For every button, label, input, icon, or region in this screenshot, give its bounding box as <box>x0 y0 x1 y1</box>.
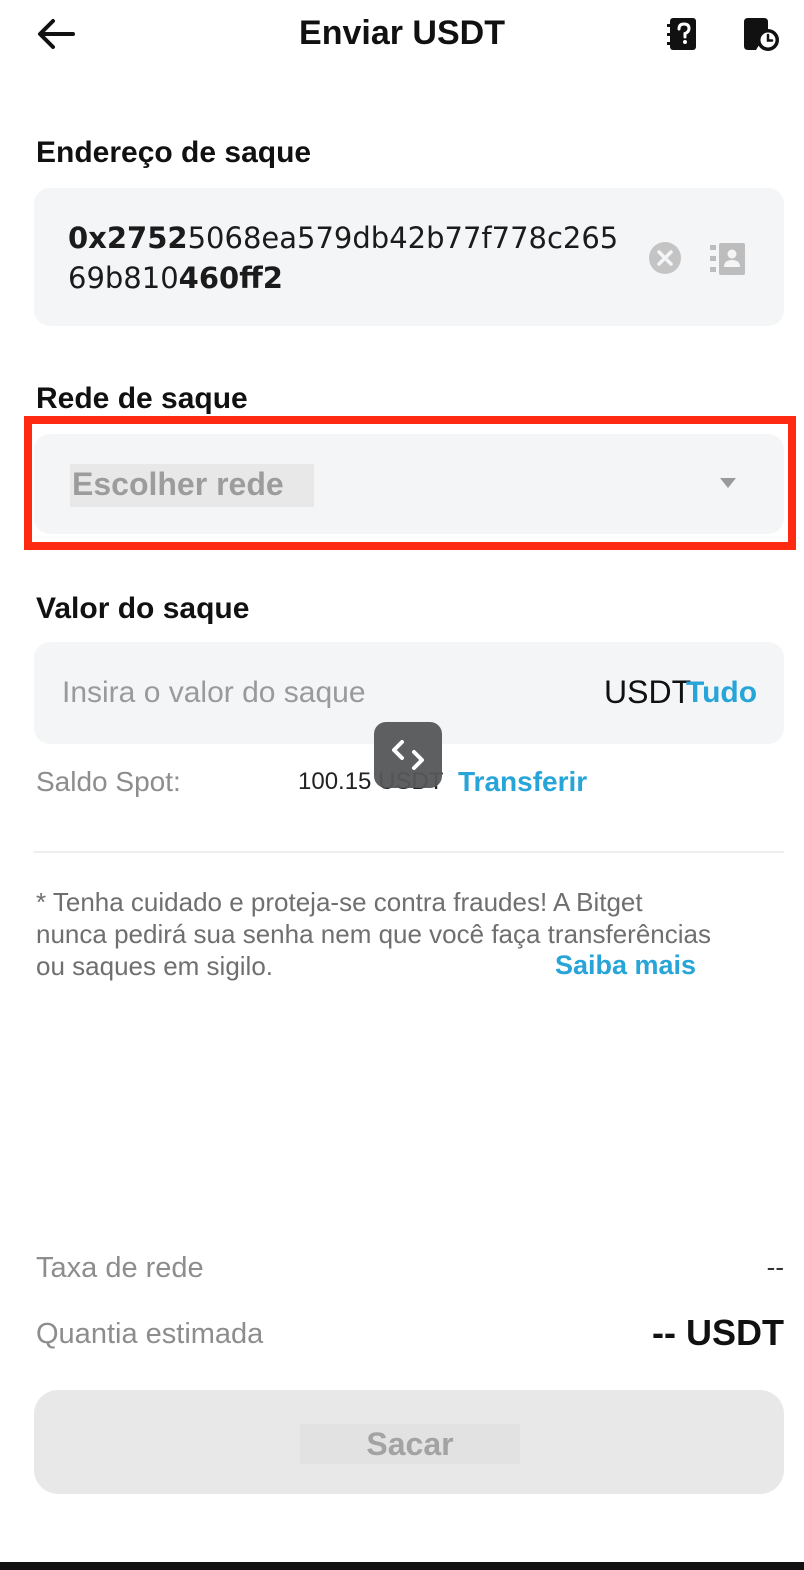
learn-more-link[interactable]: Saiba mais <box>555 950 696 981</box>
swap-arrows-icon <box>392 740 424 770</box>
network-fee-label: Taxa de rede <box>36 1252 204 1284</box>
address-field[interactable]: 0x27525068ea579db42b77f778c265 69b810460f… <box>34 188 784 326</box>
address-label: Endereço de saque <box>36 136 312 169</box>
divider <box>34 851 784 853</box>
floating-swap-button[interactable] <box>374 722 442 788</box>
max-amount-button[interactable]: Tudo <box>686 676 757 710</box>
amount-input[interactable] <box>62 670 512 716</box>
address-middle-1: 5068ea579db42b77f778c265 <box>187 221 619 255</box>
help-button[interactable] <box>662 12 706 56</box>
amount-label: Valor do saque <box>36 592 250 625</box>
balance-label: Saldo Spot: <box>36 766 181 797</box>
amount-unit: USDT <box>604 674 692 710</box>
address-value[interactable]: 0x27525068ea579db42b77f778c265 69b810460f… <box>68 218 628 298</box>
help-book-icon <box>667 18 696 50</box>
transfer-link[interactable]: Transferir <box>458 766 587 798</box>
address-suffix: 460ff2 <box>178 261 283 295</box>
address-book-button[interactable] <box>708 239 748 279</box>
network-label: Rede de saque <box>36 382 248 415</box>
estimated-amount-label: Quantia estimada <box>36 1318 264 1350</box>
history-icon <box>744 18 779 51</box>
clear-address-button[interactable] <box>646 239 684 277</box>
network-highlight-box <box>24 416 796 550</box>
withdraw-button-label: Sacar <box>300 1424 520 1464</box>
address-middle-2: 69b810 <box>68 261 179 295</box>
address-book-icon <box>710 243 745 275</box>
bottom-edge-bar <box>0 1562 804 1570</box>
history-button[interactable] <box>740 12 784 56</box>
estimated-amount-value: -- USDT <box>652 1312 784 1353</box>
clear-circle-icon <box>649 242 681 274</box>
network-fee-value: -- <box>766 1252 784 1282</box>
address-prefix: 0x2752 <box>68 221 188 255</box>
